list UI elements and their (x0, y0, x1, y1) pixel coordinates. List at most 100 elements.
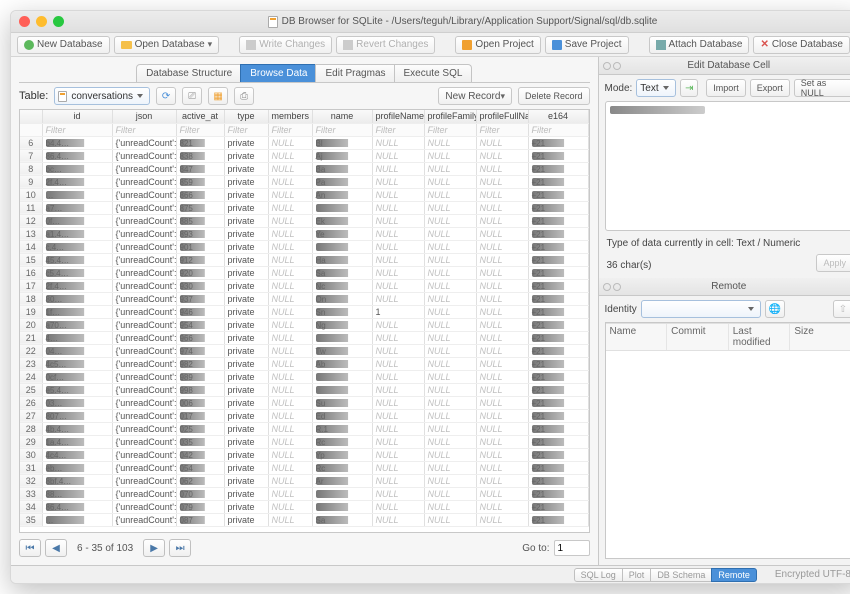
table-cell[interactable]: NULL (476, 305, 528, 318)
table-cell[interactable]: +21 (528, 188, 588, 201)
table-cell[interactable]: 9 (20, 175, 42, 188)
table-cell[interactable]: 885 (176, 214, 224, 227)
table-cell[interactable]: 006 (176, 396, 224, 409)
table-cell[interactable]: {'unreadCount':0… (112, 266, 176, 279)
table-cell[interactable]: NULL (268, 500, 312, 513)
table-cell[interactable]: +21 (528, 253, 588, 266)
table-cell[interactable]: Tw (312, 344, 372, 357)
table-row[interactable]: 2603…{'unreadCount':0…006privateNULLSuNU… (20, 396, 588, 409)
table-cell[interactable]: {'unreadCount':0… (112, 396, 176, 409)
table-cell[interactable]: a70… (42, 318, 112, 331)
table-cell[interactable]: NULL (424, 162, 476, 175)
table-cell[interactable]: private (224, 513, 268, 526)
table-cell[interactable]: NULL (424, 474, 476, 487)
table-cell[interactable]: NULL (424, 214, 476, 227)
table-cell[interactable]: 901 (176, 240, 224, 253)
table-cell[interactable]: 4b.4… (42, 422, 112, 435)
tab-execute-sql[interactable]: Execute SQL (394, 64, 473, 82)
table-cell[interactable]: 15 (20, 253, 42, 266)
table-cell[interactable]: 4… (42, 331, 112, 344)
table-cell[interactable]: +21 (528, 175, 588, 188)
table-cell[interactable]: 28 (20, 422, 42, 435)
filter-cell[interactable]: Filter (268, 123, 312, 136)
table-cell[interactable]: NULL (424, 318, 476, 331)
table-cell[interactable]: Ye (312, 227, 372, 240)
table-cell[interactable]: Bl (312, 136, 372, 149)
new-database-button[interactable]: New Database (17, 36, 110, 54)
table-row[interactable]: 16c5.4…{'unreadCount':0…920privateNULLSa… (20, 266, 588, 279)
table-cell[interactable]: On (312, 292, 372, 305)
table-cell[interactable]: 23 (20, 357, 42, 370)
table-cell[interactable]: … (42, 513, 112, 526)
table-cell[interactable]: 80… (42, 292, 112, 305)
table-row[interactable]: 786.4…{'unreadCount':0…838privateNULLAjN… (20, 149, 588, 162)
table-cell[interactable]: +21 (528, 487, 588, 500)
table-cell[interactable]: 966 (176, 331, 224, 344)
table-cell[interactable]: NULL (424, 435, 476, 448)
table-cell[interactable]: 33 (20, 487, 42, 500)
delete-record-button[interactable]: Delete Record (518, 87, 590, 105)
table-cell[interactable]: Aj (312, 149, 372, 162)
table-cell[interactable]: NULL (424, 461, 476, 474)
table-cell[interactable] (312, 331, 372, 344)
table-cell[interactable]: 1 (372, 305, 424, 318)
table-row[interactable]: 3486.4…{'unreadCount':0…079privateNULLNU… (20, 500, 588, 513)
table-cell[interactable]: NULL (372, 149, 424, 162)
table-cell[interactable]: 079 (176, 500, 224, 513)
table-cell[interactable]: … (42, 188, 112, 201)
table-cell[interactable]: Rc (312, 461, 372, 474)
last-page-button[interactable]: ⏭ (169, 539, 191, 557)
table-row[interactable]: 35…{'unreadCount':0…087privateNULLSaNULL… (20, 513, 588, 526)
table-cell[interactable]: private (224, 474, 268, 487)
mode-select[interactable]: Text (636, 79, 676, 97)
zoom-window-button[interactable] (53, 16, 64, 27)
table-row[interactable]: 6b4.4…{'unreadCount':0…821privateNULLBlN… (20, 136, 588, 149)
table-cell[interactable]: 17 (20, 279, 42, 292)
table-cell[interactable]: private (224, 214, 268, 227)
table-cell[interactable]: NULL (268, 292, 312, 305)
table-row[interactable]: 27807…{'unreadCount':0…017privateNULLEdN… (20, 409, 588, 422)
table-row[interactable]: 92f.4…{'unreadCount':0…859privateNULLPaN… (20, 175, 588, 188)
new-record-button[interactable]: New Record▾ (438, 87, 512, 105)
table-cell[interactable]: 86.4… (42, 500, 112, 513)
table-cell[interactable]: private (224, 383, 268, 396)
table-cell[interactable]: NULL (476, 227, 528, 240)
table-cell[interactable]: NULL (476, 318, 528, 331)
table-cell[interactable]: 27 (20, 409, 42, 422)
table-cell[interactable]: {'unreadCount':0… (112, 279, 176, 292)
table-cell[interactable]: NULL (424, 292, 476, 305)
table-cell[interactable]: 998 (176, 383, 224, 396)
table-cell[interactable]: NULL (372, 383, 424, 396)
table-cell[interactable]: NULL (372, 318, 424, 331)
tab-remote[interactable]: Remote (711, 568, 757, 582)
table-cell[interactable]: NULL (268, 357, 312, 370)
table-cell[interactable]: bc… (42, 162, 112, 175)
table-cell[interactable]: Sa (312, 513, 372, 526)
table-cell[interactable]: {'unreadCount':0… (112, 253, 176, 266)
table-row[interactable]: 1545.4…{'unreadCount':0…912privateNULLHa… (20, 253, 588, 266)
table-cell[interactable]: 989 (176, 370, 224, 383)
prev-page-button[interactable]: ◀ (45, 539, 67, 557)
table-cell[interactable]: private (224, 435, 268, 448)
column-header[interactable]: json (112, 110, 176, 123)
set-null-button[interactable]: Set as NULL (794, 79, 850, 97)
table-cell[interactable]: NULL (476, 266, 528, 279)
filter-cell[interactable]: Filter (372, 123, 424, 136)
table-cell[interactable]: +21 (528, 370, 588, 383)
table-cell[interactable] (312, 487, 372, 500)
table-cell[interactable]: NULL (476, 513, 528, 526)
column-header[interactable]: profileFullName (476, 110, 528, 123)
table-cell[interactable]: NULL (372, 253, 424, 266)
table-cell[interactable]: NULL (372, 474, 424, 487)
table-cell[interactable]: NULL (372, 396, 424, 409)
table-cell[interactable]: NULL (424, 344, 476, 357)
table-cell[interactable]: +21 (528, 461, 588, 474)
table-cell[interactable]: 12 (20, 214, 42, 227)
table-cell[interactable]: 19 (20, 305, 42, 318)
table-cell[interactable]: private (224, 279, 268, 292)
table-cell[interactable]: +21 (528, 305, 588, 318)
table-cell[interactable]: private (224, 487, 268, 500)
table-cell[interactable]: +21 (528, 331, 588, 344)
table-row[interactable]: 25e5.4…{'unreadCount':0…998privateNULLNU… (20, 383, 588, 396)
table-cell[interactable]: NULL (268, 266, 312, 279)
